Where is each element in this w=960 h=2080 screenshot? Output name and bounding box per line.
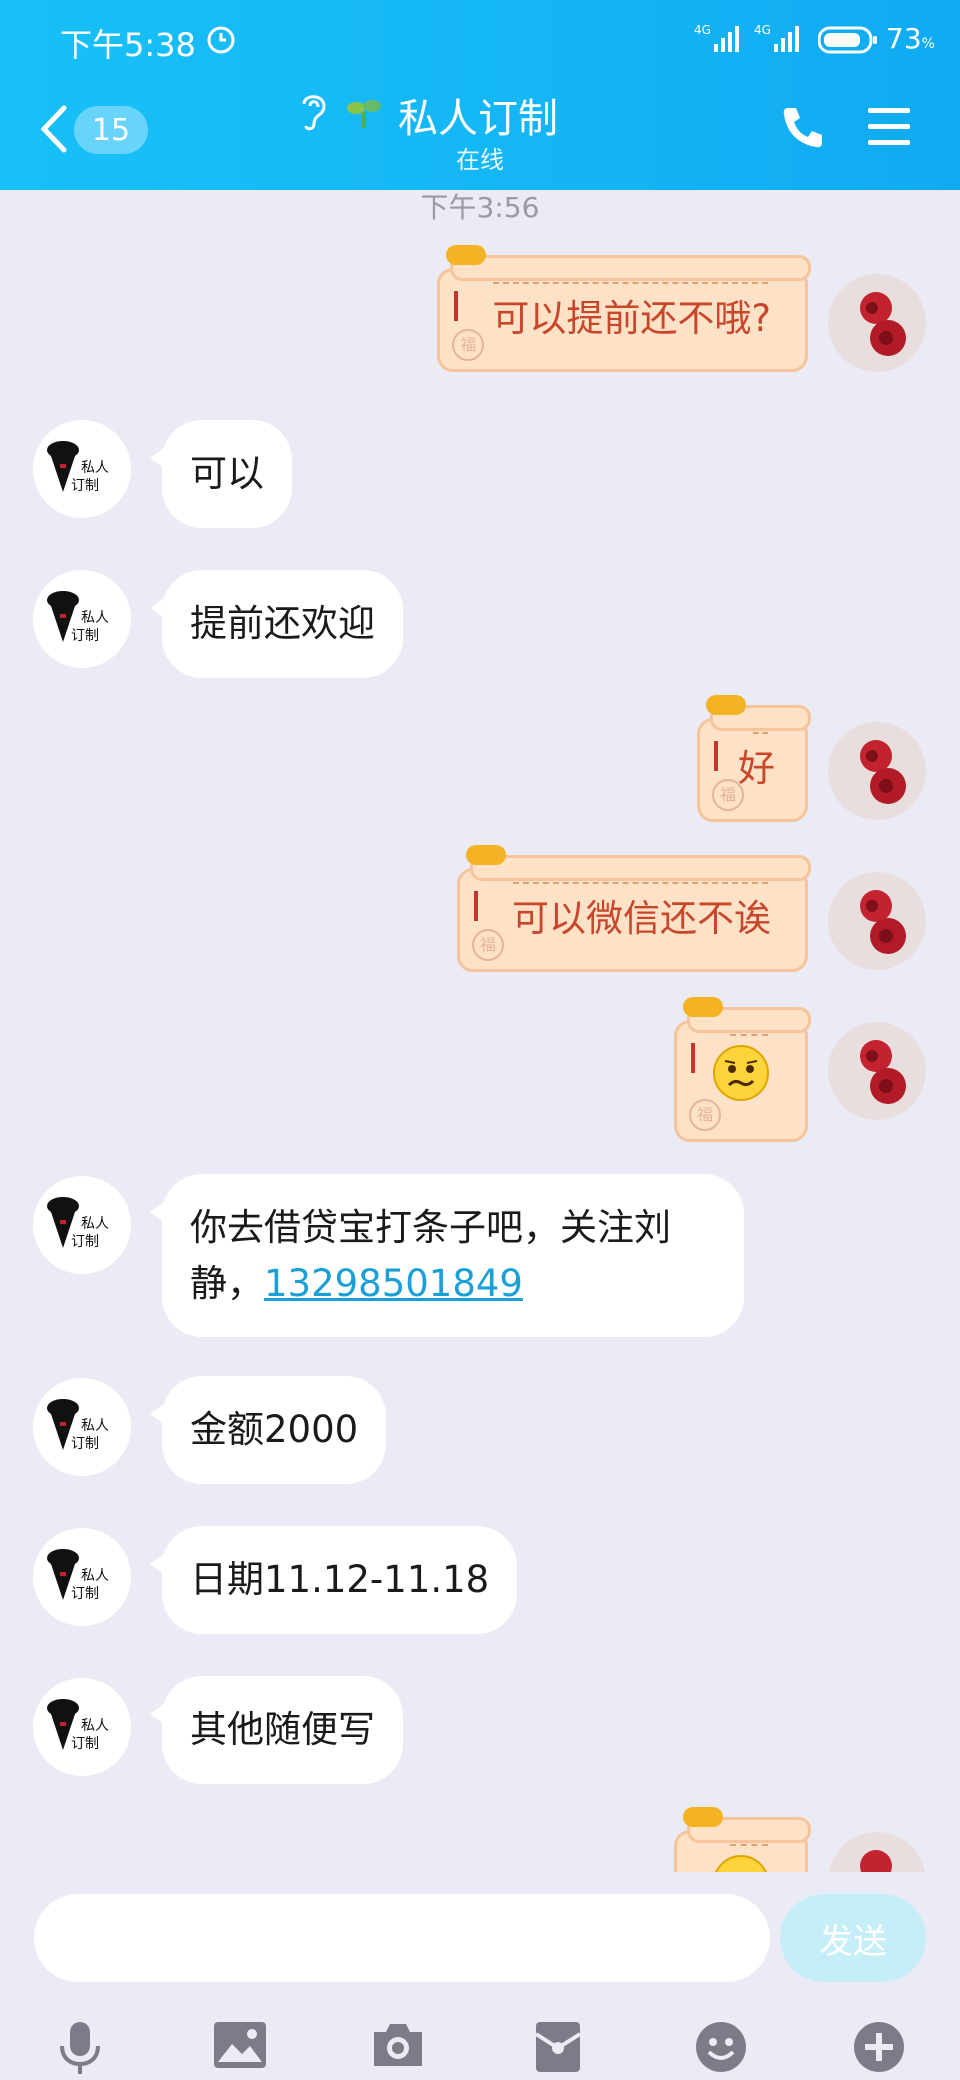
chat-header: 下午5:38 4G 4G 73% 15 私人订制 在线 [0,0,960,190]
camera-icon[interactable] [370,2020,426,2070]
mic-icon[interactable] [56,2020,104,2076]
status-time: 下午5:38 [60,26,196,64]
my-avatar[interactable] [828,722,926,820]
phone-number-link[interactable]: 13298501849 [264,1262,523,1305]
received-message[interactable]: 金额2000 [149,1376,387,1484]
contact-avatar[interactable]: 私人 订制 [33,1528,131,1626]
contact-avatar[interactable]: 私人 订制 [33,1378,131,1476]
svg-text:私人: 私人 [81,460,109,476]
contact-avatar[interactable]: 私人 订制 [33,420,131,518]
received-message[interactable]: 提前还欢迎 [150,570,403,678]
knot-decoration [683,997,723,1017]
sent-message[interactable]: 福 可以提前还不哦? [437,245,811,372]
received-message[interactable]: 你去借贷宝打条子吧，关注刘 静，13298501849 [150,1174,744,1337]
plus-icon[interactable] [852,2020,906,2074]
message-text: 其他随便写 [190,1708,375,1751]
tassel-decoration [691,1043,695,1073]
tassel-decoration [454,291,459,321]
message-text: 提前还欢迎 [190,602,375,645]
svg-text:私人: 私人 [81,1718,109,1734]
tassel-decoration [714,741,718,771]
svg-text:私人: 私人 [81,1568,109,1584]
sprout-icon [347,100,381,128]
knot-decoration [706,695,746,715]
svg-text:4G: 4G [754,23,771,37]
svg-text:订制: 订制 [71,1586,99,1602]
stamp-decoration: 福 [472,928,504,961]
message-text: 好 [738,747,775,790]
sent-message[interactable]: 福 [674,997,811,1142]
battery-percent: 73% [886,22,935,55]
my-avatar[interactable] [828,274,926,372]
svg-text:私人: 私人 [81,1216,109,1232]
received-message[interactable]: 可以 [150,420,292,528]
tassel-decoration [474,891,478,921]
contact-avatar[interactable]: 私人 订制 [33,570,131,668]
alarm-icon [207,26,235,54]
menu-icon[interactable] [866,104,912,150]
svg-text:订制: 订制 [71,628,99,644]
svg-text:私人: 私人 [81,610,109,626]
emoji-icon[interactable] [694,2020,748,2074]
knot-decoration [446,245,487,265]
svg-text:订制: 订制 [71,478,99,494]
image-icon[interactable] [212,2020,268,2070]
message-text: 可以 [190,452,264,495]
message-text: 日期11.12-11.18 [190,1558,490,1601]
message-text: 金额2000 [190,1408,359,1451]
stamp-decoration: 福 [689,1098,721,1131]
message-text: 可以提前还不哦? [492,297,771,340]
knot-decoration [683,1807,723,1827]
red-packet-icon[interactable] [534,2020,582,2074]
scroll-decoration [450,255,811,284]
message-text: 可以微信还不诶 [512,897,771,940]
svg-text:订制: 订制 [71,1234,99,1250]
svg-text:订制: 订制 [71,1436,99,1452]
sent-message[interactable]: 福 好 [697,695,811,822]
svg-text:私人: 私人 [81,1418,109,1434]
stamp-decoration: 福 [712,778,744,811]
my-avatar[interactable] [828,872,926,970]
input-bar: 发送 [0,1872,960,2080]
knot-decoration [466,845,506,865]
contact-avatar[interactable]: 私人 订制 [33,1176,131,1274]
ear-icon [302,95,326,131]
contact-avatar[interactable]: 私人 订制 [33,1678,131,1776]
my-avatar[interactable] [828,1022,926,1120]
signal-icon-2: 4G [754,23,799,52]
sent-message[interactable]: 福 可以微信还不诶 [457,845,811,972]
stamp-decoration: 福 [452,328,485,361]
phone-icon[interactable] [780,104,826,150]
send-button[interactable]: 发送 [780,1894,926,1982]
message-text-line-1: 你去借贷宝打条子吧，关注刘 [190,1206,671,1249]
scroll-decoration [470,855,811,884]
svg-text:4G: 4G [694,23,711,37]
svg-text:订制: 订制 [71,1736,99,1752]
chat-title: 私人订制 [398,96,558,142]
message-text-line-2: 静，13298501849 [190,1261,523,1305]
battery-icon [818,26,877,54]
message-input[interactable] [34,1894,770,1982]
received-message[interactable]: 日期11.12-11.18 [149,1526,518,1634]
sweat-smile-emoji-icon [713,1045,769,1101]
received-message[interactable]: 其他随便写 [150,1676,403,1784]
signal-icon-1: 4G [694,23,739,52]
message-timestamp: 下午3:56 [420,191,540,224]
